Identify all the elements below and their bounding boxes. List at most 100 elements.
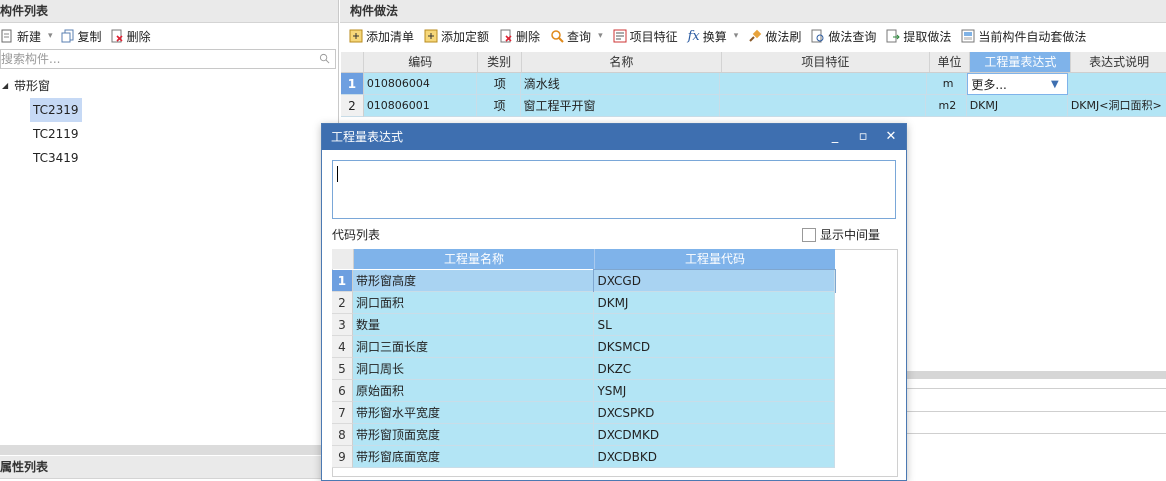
expression-value: 更多...: [971, 78, 1007, 92]
cell-feature[interactable]: [720, 73, 927, 95]
cell-quantity-name[interactable]: 带形窗高度: [352, 270, 595, 292]
header-quantity-code[interactable]: 工程量代码: [595, 249, 835, 269]
close-icon[interactable]: ✕: [878, 124, 904, 150]
header-description[interactable]: 表达式说明: [1071, 52, 1166, 72]
cell-feature[interactable]: [719, 95, 927, 117]
header-expression[interactable]: 工程量表达式: [970, 52, 1072, 72]
convert-button[interactable]: fx 换算 ▾: [688, 25, 745, 47]
query-dropdown-icon[interactable]: ▾: [598, 31, 603, 41]
new-dropdown-icon[interactable]: ▾: [48, 31, 53, 41]
cell-quantity-name[interactable]: 带形窗底面宽度: [352, 446, 595, 468]
dropdown-arrow-icon[interactable]: ▼: [1051, 74, 1059, 94]
convert-dropdown-icon[interactable]: ▾: [734, 31, 739, 41]
item-feature-button[interactable]: 项目特征: [613, 25, 684, 47]
extract-method-button[interactable]: 提取做法: [886, 25, 957, 47]
tree-root-node[interactable]: ◢ 带形窗: [0, 74, 338, 98]
search-icon[interactable]: [319, 53, 330, 64]
header-unit[interactable]: 单位: [930, 52, 971, 72]
checkbox-box[interactable]: [802, 227, 816, 242]
table-row[interactable]: 9 带形窗底面宽度 DXCDBKD: [332, 446, 835, 468]
method-query-button[interactable]: 做法查询: [811, 25, 882, 47]
query-button[interactable]: 查询 ▾: [550, 25, 609, 47]
auto-apply-button[interactable]: 当前构件自动套做法: [961, 25, 1092, 47]
row-index: 2: [332, 292, 353, 314]
delete-button[interactable]: 删除: [110, 25, 157, 47]
lower-splitter[interactable]: [905, 371, 1166, 379]
cell-description[interactable]: [1067, 73, 1166, 95]
cell-expression[interactable]: DKMJ: [966, 95, 1068, 117]
header-name[interactable]: 名称: [522, 52, 723, 72]
cell-quantity-name[interactable]: 带形窗水平宽度: [352, 402, 595, 424]
cell-type[interactable]: 项: [476, 95, 521, 117]
header-code[interactable]: 编码: [364, 52, 478, 72]
cell-code[interactable]: 010806001: [363, 95, 477, 117]
cell-quantity-name[interactable]: 原始面积: [352, 380, 595, 402]
table-row[interactable]: 3 数量 SL: [332, 314, 835, 336]
table-row[interactable]: 2 洞口面积 DKMJ: [332, 292, 835, 314]
cell-quantity-code[interactable]: DXCDBKD: [594, 446, 835, 468]
cell-quantity-name[interactable]: 洞口三面长度: [352, 336, 595, 358]
new-button[interactable]: 新建 ▾: [0, 25, 59, 47]
table-row[interactable]: 2 010806001 项 窗工程平开窗 m2 DKMJ DKMJ<洞口面积>: [341, 95, 1166, 117]
code-header-corner: [332, 249, 354, 269]
copy-icon: [61, 29, 74, 43]
cell-description[interactable]: DKMJ<洞口面积>: [1067, 95, 1166, 117]
cell-quantity-code[interactable]: DXCDMKD: [594, 424, 835, 446]
tree-node-tc2119[interactable]: TC2119: [0, 122, 338, 146]
row-index: 9: [332, 446, 353, 468]
table-row[interactable]: 8 带形窗顶面宽度 DXCDMKD: [332, 424, 835, 446]
method-delete-button[interactable]: 删除: [499, 25, 546, 47]
table-row[interactable]: 5 洞口周长 DKZC: [332, 358, 835, 380]
table-row[interactable]: 6 原始面积 YSMJ: [332, 380, 835, 402]
method-brush-button[interactable]: 做法刷: [748, 25, 807, 47]
copy-button[interactable]: 复制: [61, 25, 108, 47]
add-list-button[interactable]: 添加清单: [349, 25, 420, 47]
cell-quantity-code[interactable]: YSMJ: [594, 380, 835, 402]
maximize-icon[interactable]: ▫: [850, 124, 876, 150]
add-quota-button[interactable]: 添加定额: [424, 25, 495, 47]
expression-input[interactable]: [332, 160, 896, 219]
cell-unit[interactable]: m: [926, 73, 968, 95]
component-list-panel: 构件列表 新建 ▾ 复制 删除 搜索构件... ◢ 带形窗 TC2319 TC2…: [0, 0, 339, 479]
component-list-toolbar: 新建 ▾ 复制 删除: [0, 23, 338, 49]
cell-quantity-name[interactable]: 数量: [352, 314, 595, 336]
table-row[interactable]: 1 带形窗高度 DXCGD: [332, 269, 836, 293]
show-intermediate-checkbox[interactable]: 显示中间量: [802, 226, 880, 243]
cell-unit[interactable]: m2: [926, 95, 967, 117]
cell-quantity-code[interactable]: DXCGD: [593, 269, 836, 293]
tree-expand-icon[interactable]: ◢: [2, 74, 8, 98]
cell-quantity-code[interactable]: DKMJ: [594, 292, 835, 314]
table-row[interactable]: 1 010806004 项 滴水线 m 更多... ▼: [341, 73, 1166, 95]
copy-label: 复制: [77, 29, 102, 44]
method-toolbar: 添加清单 添加定额 删除 查询 ▾ 项目特征 fx 换算 ▾ 做法刷 做法查询 …: [340, 23, 1166, 49]
tree-node-tc2319[interactable]: TC2319: [0, 98, 338, 122]
header-feature[interactable]: 项目特征: [722, 52, 930, 72]
cell-quantity-code[interactable]: DKSMCD: [594, 336, 835, 358]
header-type[interactable]: 类别: [478, 52, 522, 72]
cell-quantity-name[interactable]: 洞口面积: [352, 292, 595, 314]
cell-quantity-code[interactable]: SL: [594, 314, 835, 336]
tree-node-label: TC3419: [33, 151, 79, 165]
table-row[interactable]: 4 洞口三面长度 DKSMCD: [332, 336, 835, 358]
component-search-input[interactable]: 搜索构件...: [0, 49, 336, 69]
cell-name[interactable]: 滴水线: [520, 73, 721, 95]
cell-quantity-code[interactable]: DXCSPKD: [594, 402, 835, 424]
dialog-title-bar[interactable]: 工程量表达式 _ ▫ ✕: [322, 124, 906, 150]
convert-label: 换算: [702, 29, 727, 44]
table-row[interactable]: 7 带形窗水平宽度 DXCSPKD: [332, 402, 835, 424]
auto-apply-icon: [961, 29, 975, 43]
minimize-icon[interactable]: _: [822, 124, 848, 150]
row-index: 7: [332, 402, 353, 424]
component-method-title: 构件做法: [340, 0, 1166, 23]
cell-name[interactable]: 窗工程平开窗: [520, 95, 720, 117]
cell-quantity-name[interactable]: 带形窗顶面宽度: [352, 424, 595, 446]
cell-quantity-name[interactable]: 洞口周长: [352, 358, 595, 380]
cell-quantity-code[interactable]: DKZC: [594, 358, 835, 380]
panel-splitter[interactable]: [0, 445, 338, 455]
lower-divider: [905, 388, 1166, 389]
cell-type[interactable]: 项: [477, 73, 521, 95]
header-quantity-name[interactable]: 工程量名称: [354, 249, 595, 269]
tree-node-tc3419[interactable]: TC3419: [0, 146, 338, 170]
cell-code[interactable]: 010806004: [363, 73, 477, 95]
cell-expression-dropdown[interactable]: 更多... ▼: [967, 73, 1068, 95]
